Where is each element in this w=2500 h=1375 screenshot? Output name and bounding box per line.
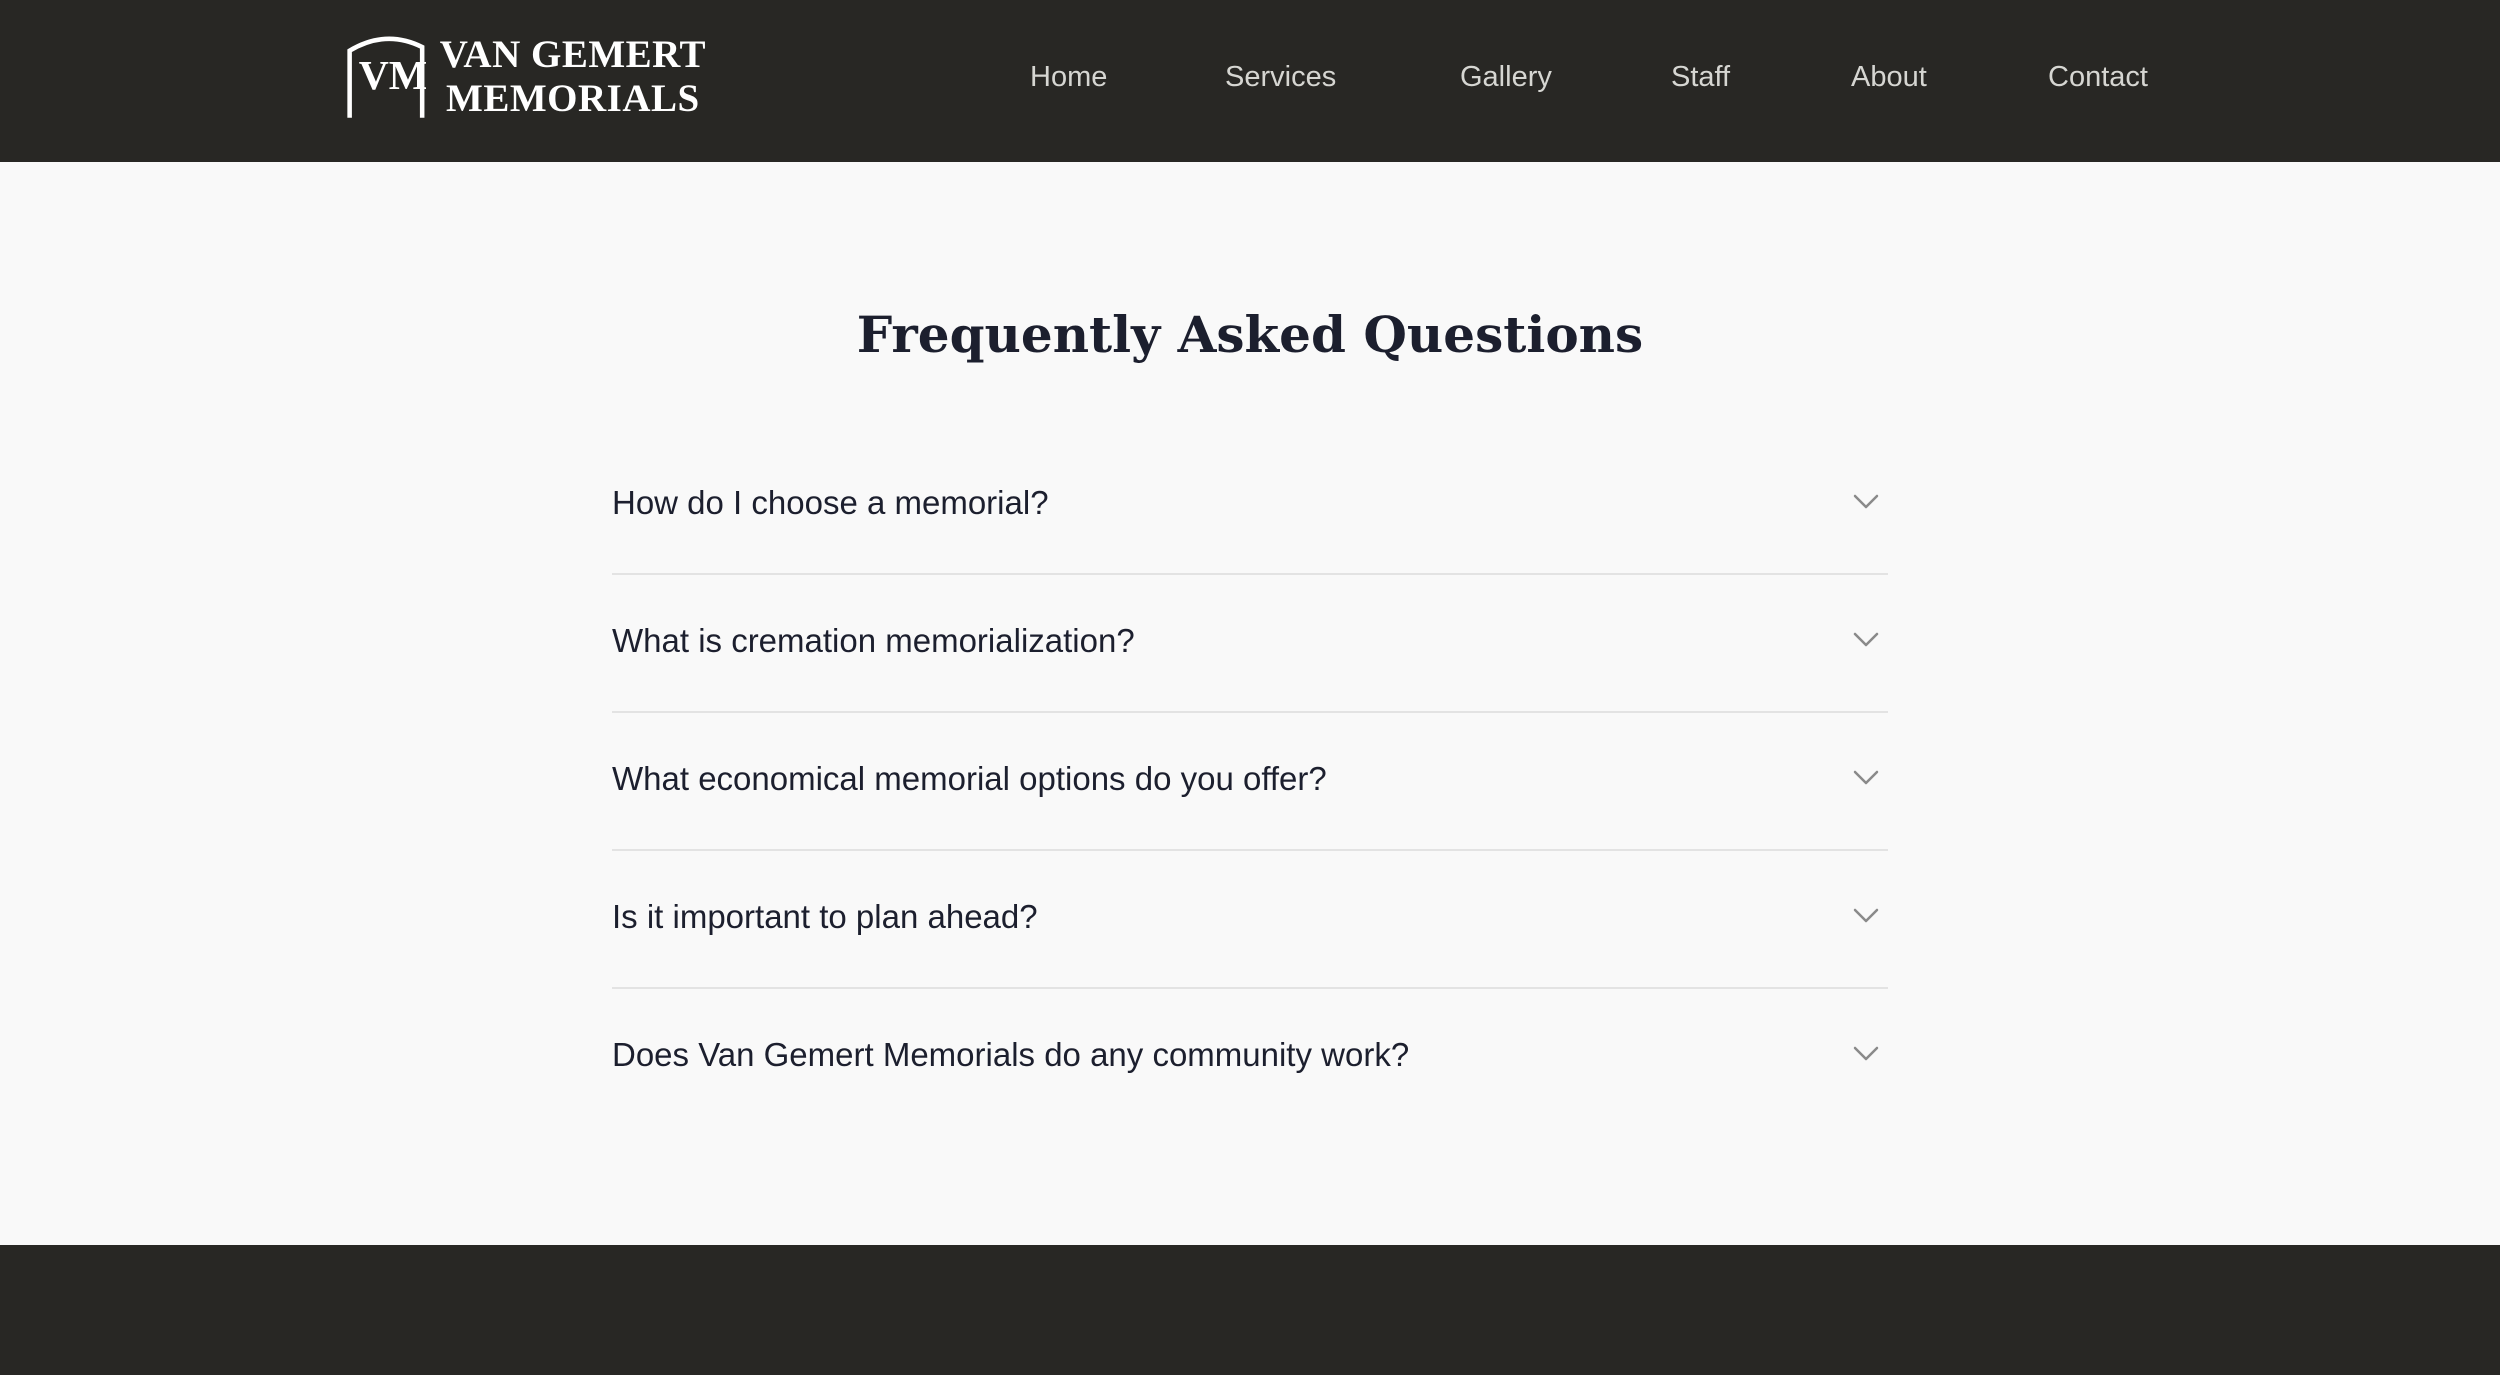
faq-question: Is it important to plan ahead? bbox=[612, 898, 1038, 935]
faq-question: Does Van Gemert Memorials do any communi… bbox=[612, 1036, 1410, 1073]
faq-title: Frequently Asked Questions bbox=[856, 305, 1644, 364]
faq-question: How do I choose a memorial? bbox=[612, 484, 1049, 521]
chevron-down-icon[interactable] bbox=[1852, 1045, 1880, 1063]
vm-monogram-logo-icon: VM bbox=[347, 36, 426, 118]
chevron-down-icon[interactable] bbox=[1852, 769, 1880, 787]
nav-item-about[interactable]: About bbox=[1851, 58, 1927, 96]
faq-item[interactable]: How do I choose a memorial? bbox=[612, 437, 1888, 575]
logo-link[interactable]: VM VAN GEMERT MEMORIALS bbox=[346, 30, 706, 124]
nav-item-contact[interactable]: Contact bbox=[2048, 58, 2148, 96]
faq-item[interactable]: Does Van Gemert Memorials do any communi… bbox=[612, 989, 1888, 1125]
logo-monogram-v: VM bbox=[359, 53, 426, 99]
site-footer bbox=[0, 1245, 2500, 1375]
nav-item-gallery[interactable]: Gallery bbox=[1460, 58, 1552, 96]
nav-item-services[interactable]: Services bbox=[1225, 58, 1336, 96]
logo-wordmark: VAN GEMERT MEMORIALS bbox=[440, 33, 706, 121]
site-header: VM VAN GEMERT MEMORIALS Home Services Ga… bbox=[0, 0, 2500, 162]
chevron-down-icon[interactable] bbox=[1852, 493, 1880, 511]
logo-name-line2: MEMORIALS bbox=[446, 77, 700, 120]
faq-item[interactable]: What economical memorial options do you … bbox=[612, 713, 1888, 851]
faq-item[interactable]: What is cremation memorialization? bbox=[612, 575, 1888, 713]
faq-question: What is cremation memorialization? bbox=[612, 622, 1135, 659]
nav-item-staff[interactable]: Staff bbox=[1671, 58, 1730, 96]
main-nav: Home Services Gallery Staff About Contac… bbox=[1000, 0, 2200, 156]
chevron-down-icon[interactable] bbox=[1852, 631, 1880, 649]
nav-item-home[interactable]: Home bbox=[1030, 58, 1107, 96]
faq-question: What economical memorial options do you … bbox=[612, 760, 1327, 797]
logo-name-line1: VAN GEMERT bbox=[439, 33, 706, 76]
faq-list: How do I choose a memorial? What is crem… bbox=[612, 437, 1888, 1125]
chevron-down-icon[interactable] bbox=[1852, 907, 1880, 925]
faq-item[interactable]: Is it important to plan ahead? bbox=[612, 851, 1888, 989]
